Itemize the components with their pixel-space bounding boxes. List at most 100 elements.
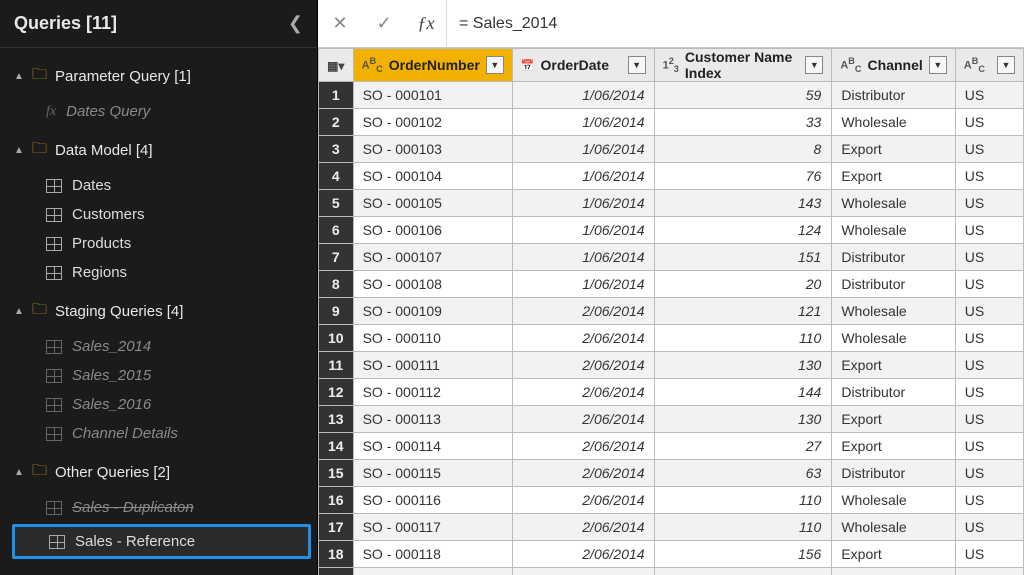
cell-last[interactable]: US	[955, 244, 1023, 271]
row-number[interactable]: 13	[319, 406, 354, 433]
cell-index[interactable]: 41	[654, 568, 832, 575]
cell-index[interactable]: 76	[654, 163, 832, 190]
cell-last[interactable]: US	[955, 136, 1023, 163]
cell-order[interactable]: SO - 000101	[353, 82, 512, 109]
cell-index[interactable]: 27	[654, 433, 832, 460]
cell-index[interactable]: 130	[654, 406, 832, 433]
cell-last[interactable]: US	[955, 109, 1023, 136]
table-row[interactable]: 10SO - 0001102/06/2014110WholesaleUS	[319, 325, 1024, 352]
cell-date[interactable]: 2/06/2014	[512, 514, 654, 541]
cell-channel[interactable]: Wholesale	[832, 325, 955, 352]
cell-date[interactable]: 1/06/2014	[512, 217, 654, 244]
cell-date[interactable]: 1/06/2014	[512, 190, 654, 217]
table-row[interactable]: 19SO - 0001192/06/201441DistributorUS	[319, 568, 1024, 575]
row-number[interactable]: 1	[319, 82, 354, 109]
cell-order[interactable]: SO - 000102	[353, 109, 512, 136]
row-number[interactable]: 11	[319, 352, 354, 379]
cell-channel[interactable]: Export	[832, 433, 955, 460]
cell-channel[interactable]: Export	[832, 163, 955, 190]
cell-order[interactable]: SO - 000116	[353, 487, 512, 514]
cell-index[interactable]: 110	[654, 514, 832, 541]
cell-order[interactable]: SO - 000114	[353, 433, 512, 460]
cell-channel[interactable]: Distributor	[832, 244, 955, 271]
cell-date[interactable]: 2/06/2014	[512, 379, 654, 406]
row-number[interactable]: 12	[319, 379, 354, 406]
confirm-formula-button[interactable]: ✓	[362, 0, 406, 47]
row-number[interactable]: 4	[319, 163, 354, 190]
grid-corner[interactable]: ▦▾	[319, 49, 354, 82]
cell-channel[interactable]: Wholesale	[832, 487, 955, 514]
row-number[interactable]: 18	[319, 541, 354, 568]
cell-date[interactable]: 1/06/2014	[512, 163, 654, 190]
cell-last[interactable]: US	[955, 82, 1023, 109]
cell-index[interactable]: 33	[654, 109, 832, 136]
cell-index[interactable]: 143	[654, 190, 832, 217]
table-row[interactable]: 12SO - 0001122/06/2014144DistributorUS	[319, 379, 1024, 406]
cell-index[interactable]: 63	[654, 460, 832, 487]
query-item[interactable]: Regions	[0, 258, 317, 287]
filter-button[interactable]: ▼	[997, 56, 1015, 74]
cell-index[interactable]: 121	[654, 298, 832, 325]
query-item[interactable]: Customers	[0, 200, 317, 229]
query-item[interactable]: fxDates Query	[0, 97, 317, 126]
cell-order[interactable]: SO - 000119	[353, 568, 512, 575]
column-header[interactable]: 123Customer Name Index▼	[654, 49, 832, 82]
cell-channel[interactable]: Distributor	[832, 379, 955, 406]
cell-date[interactable]: 1/06/2014	[512, 271, 654, 298]
cell-index[interactable]: 110	[654, 487, 832, 514]
cell-date[interactable]: 2/06/2014	[512, 298, 654, 325]
cell-order[interactable]: SO - 000105	[353, 190, 512, 217]
cell-index[interactable]: 8	[654, 136, 832, 163]
cell-channel[interactable]: Distributor	[832, 271, 955, 298]
cell-index[interactable]: 144	[654, 379, 832, 406]
cell-order[interactable]: SO - 000104	[353, 163, 512, 190]
query-group[interactable]: ▲🗀Other Queries [2]	[0, 454, 317, 491]
cell-date[interactable]: 1/06/2014	[512, 244, 654, 271]
table-row[interactable]: 1SO - 0001011/06/201459DistributorUS	[319, 82, 1024, 109]
cell-index[interactable]: 156	[654, 541, 832, 568]
row-number[interactable]: 8	[319, 271, 354, 298]
table-row[interactable]: 15SO - 0001152/06/201463DistributorUS	[319, 460, 1024, 487]
cell-channel[interactable]: Wholesale	[832, 298, 955, 325]
cell-date[interactable]: 2/06/2014	[512, 460, 654, 487]
filter-button[interactable]: ▼	[805, 56, 823, 74]
query-item[interactable]: Sales - Reference	[12, 524, 311, 559]
cell-order[interactable]: SO - 000110	[353, 325, 512, 352]
fx-icon[interactable]: ƒx	[406, 13, 446, 34]
table-row[interactable]: 6SO - 0001061/06/2014124WholesaleUS	[319, 217, 1024, 244]
table-row[interactable]: 7SO - 0001071/06/2014151DistributorUS	[319, 244, 1024, 271]
cell-last[interactable]: US	[955, 541, 1023, 568]
cell-index[interactable]: 59	[654, 82, 832, 109]
query-item[interactable]: Sales_2014	[0, 332, 317, 361]
cell-last[interactable]: US	[955, 487, 1023, 514]
cell-channel[interactable]: Wholesale	[832, 190, 955, 217]
formula-input[interactable]	[446, 0, 1024, 47]
cell-date[interactable]: 2/06/2014	[512, 325, 654, 352]
table-row[interactable]: 8SO - 0001081/06/201420DistributorUS	[319, 271, 1024, 298]
table-row[interactable]: 3SO - 0001031/06/20148ExportUS	[319, 136, 1024, 163]
row-number[interactable]: 7	[319, 244, 354, 271]
cell-index[interactable]: 124	[654, 217, 832, 244]
row-number[interactable]: 15	[319, 460, 354, 487]
cell-last[interactable]: US	[955, 163, 1023, 190]
cell-order[interactable]: SO - 000115	[353, 460, 512, 487]
query-item[interactable]: Dates	[0, 171, 317, 200]
cell-channel[interactable]: Export	[832, 541, 955, 568]
cell-channel[interactable]: Distributor	[832, 460, 955, 487]
cell-order[interactable]: SO - 000107	[353, 244, 512, 271]
cell-last[interactable]: US	[955, 460, 1023, 487]
row-number[interactable]: 10	[319, 325, 354, 352]
cell-order[interactable]: SO - 000118	[353, 541, 512, 568]
query-item[interactable]: Products	[0, 229, 317, 258]
row-number[interactable]: 16	[319, 487, 354, 514]
cell-channel[interactable]: Export	[832, 136, 955, 163]
filter-button[interactable]: ▼	[486, 56, 504, 74]
cell-order[interactable]: SO - 000109	[353, 298, 512, 325]
collapse-sidebar-button[interactable]: ❮	[288, 13, 303, 34]
cell-channel[interactable]: Export	[832, 406, 955, 433]
cell-order[interactable]: SO - 000106	[353, 217, 512, 244]
row-number[interactable]: 9	[319, 298, 354, 325]
cell-date[interactable]: 2/06/2014	[512, 568, 654, 575]
cell-order[interactable]: SO - 000111	[353, 352, 512, 379]
table-row[interactable]: 18SO - 0001182/06/2014156ExportUS	[319, 541, 1024, 568]
